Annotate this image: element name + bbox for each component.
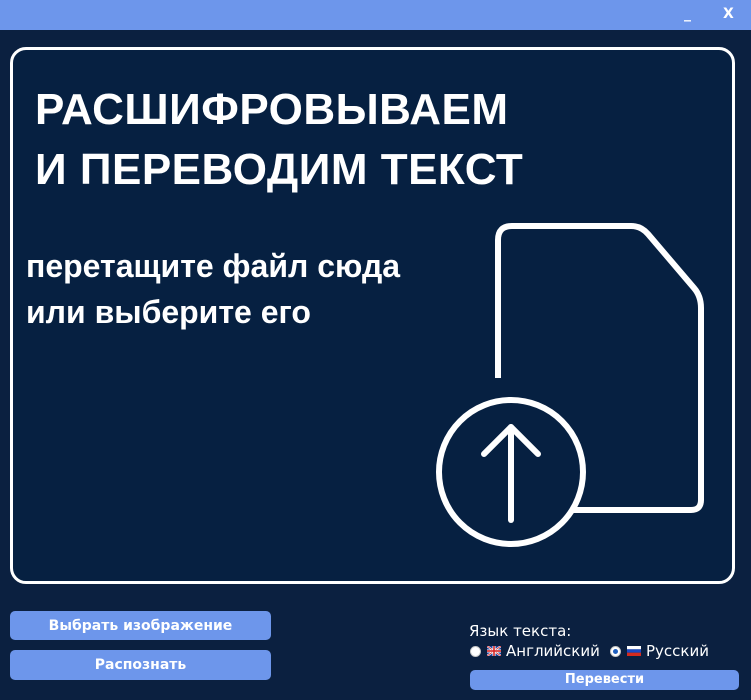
radio-english-label: Английский bbox=[506, 642, 600, 660]
choose-image-button[interactable]: Выбрать изображение bbox=[10, 611, 271, 640]
file-upload-icon bbox=[436, 223, 704, 547]
headline: РАСШИФРОВЫВАЕМ И ПЕРЕВОДИМ ТЕКСТ bbox=[35, 80, 523, 200]
title-bar: _ X bbox=[0, 0, 751, 30]
drop-instruction-line-2: или выберите его bbox=[26, 294, 311, 330]
radio-russian-label: Русский bbox=[646, 642, 709, 660]
minimize-button[interactable]: _ bbox=[684, 4, 691, 24]
close-button[interactable]: X bbox=[723, 4, 734, 24]
recognize-button[interactable]: Распознать bbox=[10, 650, 271, 680]
drop-instruction: перетащите файл сюда или выберите его bbox=[26, 243, 400, 335]
headline-line-1: РАСШИФРОВЫВАЕМ bbox=[35, 85, 509, 134]
translate-button[interactable]: Перевести bbox=[470, 670, 739, 690]
radio-russian-input[interactable] bbox=[610, 645, 621, 657]
drop-instruction-line-1: перетащите файл сюда bbox=[26, 248, 401, 284]
headline-line-2: И ПЕРЕВОДИМ ТЕКСТ bbox=[35, 145, 524, 194]
uk-flag-icon bbox=[487, 646, 501, 656]
radio-english[interactable]: Английский bbox=[470, 642, 600, 660]
russia-flag-icon bbox=[627, 646, 641, 656]
language-label: Язык текста: bbox=[469, 622, 572, 640]
radio-english-input[interactable] bbox=[470, 645, 481, 657]
drop-zone[interactable]: РАСШИФРОВЫВАЕМ И ПЕРЕВОДИМ ТЕКСТ перетащ… bbox=[10, 47, 735, 584]
radio-russian[interactable]: Русский bbox=[610, 642, 709, 660]
